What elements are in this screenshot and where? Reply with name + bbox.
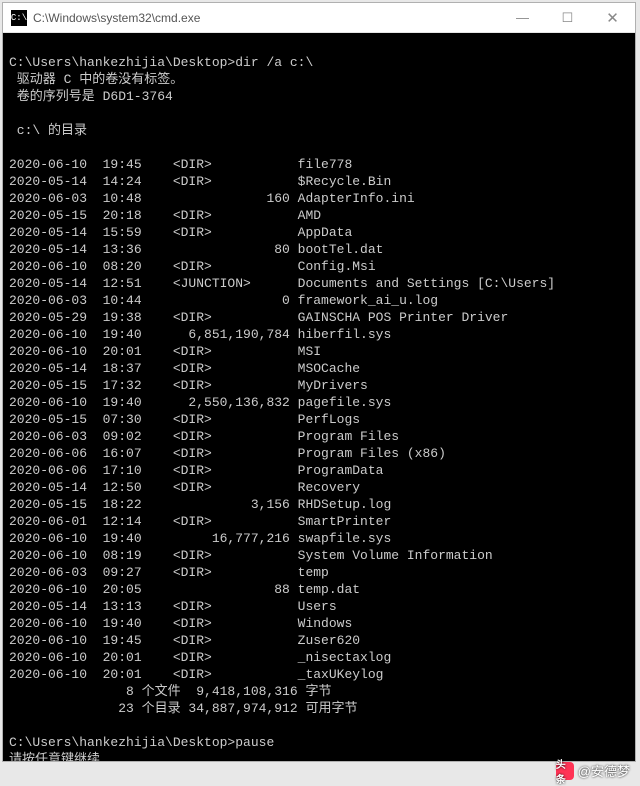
cmd-icon: C:\ bbox=[11, 10, 27, 26]
watermark: 头条 @安德梦 bbox=[556, 761, 630, 780]
cmd-window: C:\ C:\Windows\system32\cmd.exe — ☐ ✕ C:… bbox=[2, 2, 636, 762]
window-title: C:\Windows\system32\cmd.exe bbox=[33, 11, 500, 25]
close-button[interactable]: ✕ bbox=[590, 3, 635, 32]
minimize-button[interactable]: — bbox=[500, 3, 545, 32]
watermark-text: @安德梦 bbox=[578, 761, 630, 780]
titlebar[interactable]: C:\ C:\Windows\system32\cmd.exe — ☐ ✕ bbox=[3, 3, 635, 33]
maximize-button[interactable]: ☐ bbox=[545, 3, 590, 32]
window-controls: — ☐ ✕ bbox=[500, 3, 635, 32]
watermark-icon: 头条 bbox=[556, 762, 574, 780]
terminal-output[interactable]: C:\Users\hankezhijia\Desktop>dir /a c:\ … bbox=[3, 33, 635, 761]
